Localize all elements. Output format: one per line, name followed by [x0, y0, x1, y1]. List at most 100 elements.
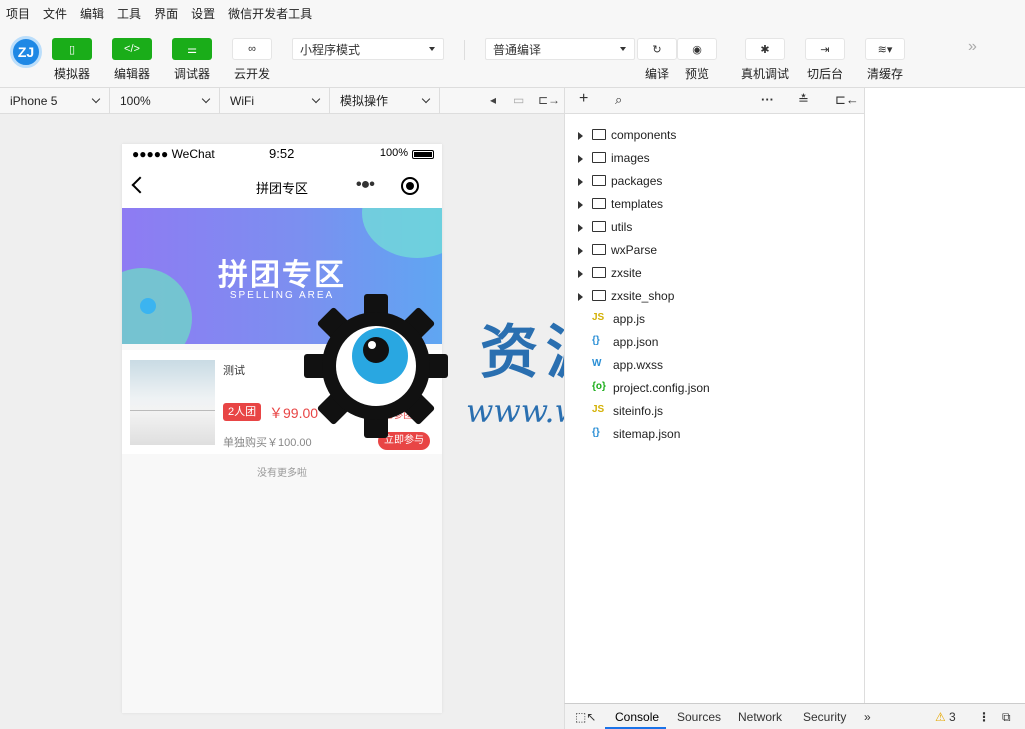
clear-cache-button[interactable]: ≋▾ 清缓存: [865, 38, 905, 82]
background-label: 切后台: [806, 67, 843, 81]
phone-icon: ▯: [52, 38, 92, 60]
network-select[interactable]: WiFi: [220, 88, 330, 113]
product-image[interactable]: [130, 360, 215, 445]
editor-panel[interactable]: [864, 88, 1025, 703]
tree-folder[interactable]: components: [565, 124, 865, 147]
cloud-button[interactable]: ∞ 云开发: [232, 38, 272, 82]
wxss-file-icon: W: [592, 358, 602, 369]
folder-icon: [592, 198, 606, 209]
compile-button[interactable]: ↻ 编译: [637, 38, 677, 82]
simulator-label: 模拟器: [53, 67, 90, 81]
tree-folder[interactable]: zxsite: [565, 262, 865, 285]
add-icon[interactable]: +: [579, 90, 588, 108]
tree-folder[interactable]: images: [565, 147, 865, 170]
tab-console[interactable]: Console: [615, 710, 659, 724]
toolbar-divider: [464, 40, 465, 60]
caret-right-icon[interactable]: [578, 224, 583, 232]
background-button[interactable]: ⇥ 切后台: [805, 38, 845, 82]
file-name: app.js: [613, 312, 646, 326]
tree-file[interactable]: JS siteinfo.js: [565, 400, 865, 423]
menu-edit[interactable]: 编辑: [80, 5, 104, 22]
tree-file[interactable]: {} sitemap.json: [565, 423, 865, 446]
network-value: WiFi: [230, 93, 254, 108]
file-name: siteinfo.js: [613, 404, 664, 418]
operation-value: 模拟操作: [340, 94, 389, 108]
folder-name: images: [611, 151, 650, 165]
menu-project[interactable]: 项目: [6, 5, 30, 22]
file-name: sitemap.json: [613, 427, 681, 441]
tree-folder[interactable]: zxsite_shop: [565, 285, 865, 308]
zoom-value: 100%: [120, 93, 151, 108]
tree-file[interactable]: Wapp.wxss: [565, 354, 865, 377]
warning-icon[interactable]: ⚠: [935, 710, 946, 724]
tree-folder[interactable]: packages: [565, 170, 865, 193]
tree-file[interactable]: {o} project.config.json: [565, 377, 865, 400]
search-icon[interactable]: ⌕: [615, 92, 622, 108]
app-logo[interactable]: ZJ: [10, 36, 42, 68]
collapse-icon[interactable]: ⊏←: [835, 92, 859, 108]
mode-select[interactable]: 小程序模式: [292, 38, 444, 60]
device-value: iPhone 5: [10, 93, 58, 108]
eye-icon: ◉: [677, 38, 717, 60]
no-more-text: 没有更多啦: [257, 468, 307, 479]
tree-folder[interactable]: wxParse: [565, 239, 865, 262]
detach-icon[interactable]: ⊏→: [538, 93, 560, 107]
debugger-button[interactable]: ⚌ 调试器: [172, 38, 212, 82]
menu-devtools[interactable]: 微信开发者工具: [228, 5, 312, 22]
caret-right-icon[interactable]: [578, 155, 583, 163]
tab-security[interactable]: Security: [803, 710, 846, 724]
status-bar: ●●●●● WeChat 9:52 100%: [122, 144, 442, 164]
caret-down-icon: [620, 47, 626, 51]
simulator-button[interactable]: ▯ 模拟器: [52, 38, 92, 82]
tree-file[interactable]: JS app.js: [565, 308, 865, 331]
caret-right-icon[interactable]: [578, 247, 583, 255]
banner-title: 拼团专区: [218, 259, 346, 292]
menu-settings[interactable]: 设置: [191, 5, 215, 22]
folder-name: zxsite: [611, 266, 642, 280]
caret-right-icon[interactable]: [578, 178, 583, 186]
battery-percent: 100%: [379, 147, 408, 159]
menu-tools[interactable]: 工具: [117, 5, 141, 22]
caret-right-icon[interactable]: [578, 293, 583, 301]
preview-button[interactable]: ◉ 预览: [677, 38, 717, 82]
dock-icon[interactable]: ⧉: [1002, 710, 1011, 725]
refresh-icon: ↻: [637, 38, 677, 60]
chevron-down-icon: [91, 94, 101, 104]
editor-button[interactable]: </> 编辑器: [112, 38, 152, 82]
menu-file[interactable]: 文件: [43, 5, 67, 22]
device-select[interactable]: iPhone 5: [0, 88, 110, 113]
real-debug-button[interactable]: ✱ 真机调试: [741, 38, 789, 82]
config-file-icon: {o}: [592, 381, 606, 392]
kebab-menu-icon[interactable]: ⋮: [978, 710, 990, 724]
sort-icon[interactable]: ≛: [798, 92, 809, 108]
window-icon[interactable]: ▭: [513, 93, 524, 107]
folder-name: packages: [611, 174, 663, 188]
volume-icon[interactable]: ◂: [490, 93, 496, 107]
zoom-select[interactable]: 100%: [110, 88, 220, 113]
tabs-more-icon[interactable]: »: [864, 710, 871, 724]
more-icon[interactable]: ···: [761, 92, 774, 107]
operation-select[interactable]: 模拟操作: [330, 88, 440, 113]
compile-label: 编译: [644, 67, 669, 81]
caret-right-icon[interactable]: [578, 201, 583, 209]
tree-folder[interactable]: utils: [565, 216, 865, 239]
chevron-down-icon: [311, 94, 321, 104]
tree-folder[interactable]: templates: [565, 193, 865, 216]
warning-count: 3: [949, 710, 956, 724]
menu-interface[interactable]: 界面: [154, 5, 178, 22]
compile-select[interactable]: 普通编译: [485, 38, 635, 60]
nav-bar: 拼团专区 •●•: [122, 164, 442, 208]
toolbar-more-icon[interactable]: »: [968, 38, 977, 56]
caret-right-icon[interactable]: [578, 270, 583, 278]
devtools-tabbar: ⬚↖ Console Sources Network Security » ⚠ …: [564, 703, 1025, 729]
tab-sources[interactable]: Sources: [677, 710, 721, 724]
tab-network[interactable]: Network: [738, 710, 782, 724]
caret-right-icon[interactable]: [578, 132, 583, 140]
js-file-icon: JS: [592, 404, 605, 415]
more-dots-icon[interactable]: •●•: [356, 176, 375, 194]
close-capsule-icon[interactable]: [401, 177, 419, 195]
tree-file[interactable]: {} app.json: [565, 331, 865, 354]
chevron-down-icon: [201, 94, 211, 104]
single-price: 单独购买￥100.00: [223, 437, 312, 449]
inspect-icon[interactable]: ⬚↖: [575, 710, 596, 724]
